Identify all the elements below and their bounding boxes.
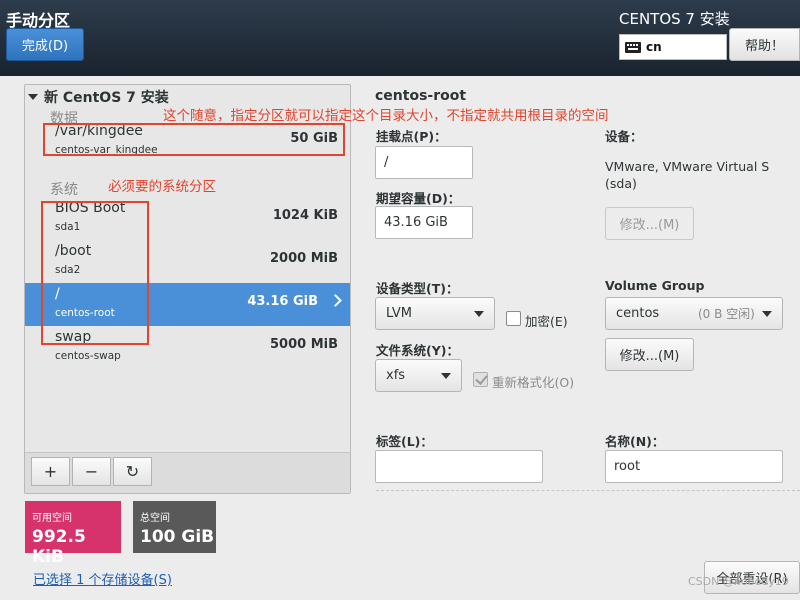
- total-space-label: 总空间: [140, 513, 170, 524]
- partition-size: 2000 MiB: [269, 251, 338, 266]
- chevron-down-icon: [441, 373, 451, 379]
- partition-size: 5000 MiB: [269, 337, 338, 352]
- chevron-right-icon: [329, 294, 342, 307]
- product-title: CENTOS 7 安装: [619, 10, 730, 28]
- filesystem-value: xfs: [386, 368, 406, 383]
- device-modify-button[interactable]: 修改...(M): [605, 207, 694, 240]
- volume-group-select[interactable]: centos (0 B 空闲): [605, 297, 783, 330]
- capacity-input[interactable]: 43.16 GiB: [375, 206, 473, 239]
- chevron-down-icon: [474, 311, 484, 317]
- keyboard-icon: [625, 41, 641, 53]
- keyboard-layout-label: cn: [646, 40, 662, 54]
- available-space-value: 992.5 KiB: [32, 527, 86, 567]
- refresh-button[interactable]: ↻: [113, 457, 152, 486]
- divider: [376, 490, 800, 491]
- reformat-checkbox[interactable]: [473, 372, 488, 387]
- available-space-label: 可用空间: [32, 513, 72, 524]
- tag-input[interactable]: [375, 450, 543, 483]
- storage-devices-link[interactable]: 已选择 1 个存储设备(S): [33, 569, 172, 588]
- mount-point-label: 挂载点(P)：: [376, 129, 447, 144]
- help-button[interactable]: 帮助！: [729, 28, 800, 61]
- keyboard-layout-indicator[interactable]: cn: [619, 34, 727, 60]
- capacity-label: 期望容量(D)：: [376, 191, 461, 206]
- device-label: 设备：: [605, 129, 643, 144]
- done-button[interactable]: 完成(D): [6, 28, 84, 61]
- partition-size: 1024 KiB: [272, 208, 338, 223]
- annotation-note-data: 这个随意，指定分区就可以指定这个目录大小，不指定就共用根目录的空间: [163, 108, 609, 124]
- annotation-box-system: [41, 201, 149, 345]
- device-value-sda: (sda): [605, 176, 637, 191]
- volume-group-label: Volume Group: [605, 278, 705, 293]
- reformat-label: 重新格式化(O): [492, 375, 575, 390]
- tree-root-label: 新 CentOS 7 安装: [44, 90, 169, 106]
- detail-title: centos-root: [375, 88, 467, 104]
- available-space-box: 可用空间 992.5 KiB: [25, 501, 121, 567]
- volume-group-free: (0 B 空闲): [698, 307, 755, 321]
- filesystem-label: 文件系统(Y)：: [376, 343, 459, 358]
- remove-partition-button[interactable]: −: [72, 457, 111, 486]
- mount-point-input[interactable]: /: [375, 146, 473, 179]
- device-type-select[interactable]: LVM: [375, 297, 495, 330]
- chevron-down-icon: [762, 311, 772, 317]
- device-type-value: LVM: [386, 306, 412, 321]
- watermark: CSDN @nobody19: [688, 575, 789, 588]
- name-input[interactable]: root: [605, 450, 783, 483]
- device-value: VMware, VMware Virtual S: [605, 159, 770, 174]
- filesystem-select[interactable]: xfs: [375, 359, 462, 392]
- add-partition-button[interactable]: +: [31, 457, 70, 486]
- partition-device: centos-swap: [55, 350, 121, 362]
- annotation-note-system: 必须要的系统分区: [108, 179, 216, 195]
- annotation-box-data: [43, 123, 345, 156]
- tag-label: 标签(L)：: [376, 434, 433, 449]
- total-space-box: 总空间 100 GiB: [133, 501, 216, 553]
- volume-group-modify-button[interactable]: 修改...(M): [605, 338, 694, 371]
- device-type-label: 设备类型(T)：: [376, 281, 459, 296]
- tree-root-header[interactable]: 新 CentOS 7 安装: [28, 87, 169, 107]
- expand-arrow-icon: [28, 94, 38, 100]
- total-space-value: 100 GiB: [140, 527, 215, 547]
- partition-size: 43.16 GiB: [247, 294, 318, 309]
- encrypt-checkbox[interactable]: [506, 311, 521, 326]
- encrypt-label: 加密(E): [525, 314, 568, 329]
- name-label: 名称(N)：: [605, 434, 665, 449]
- volume-group-value: centos: [616, 306, 660, 321]
- group-label-system: 系统: [50, 182, 78, 198]
